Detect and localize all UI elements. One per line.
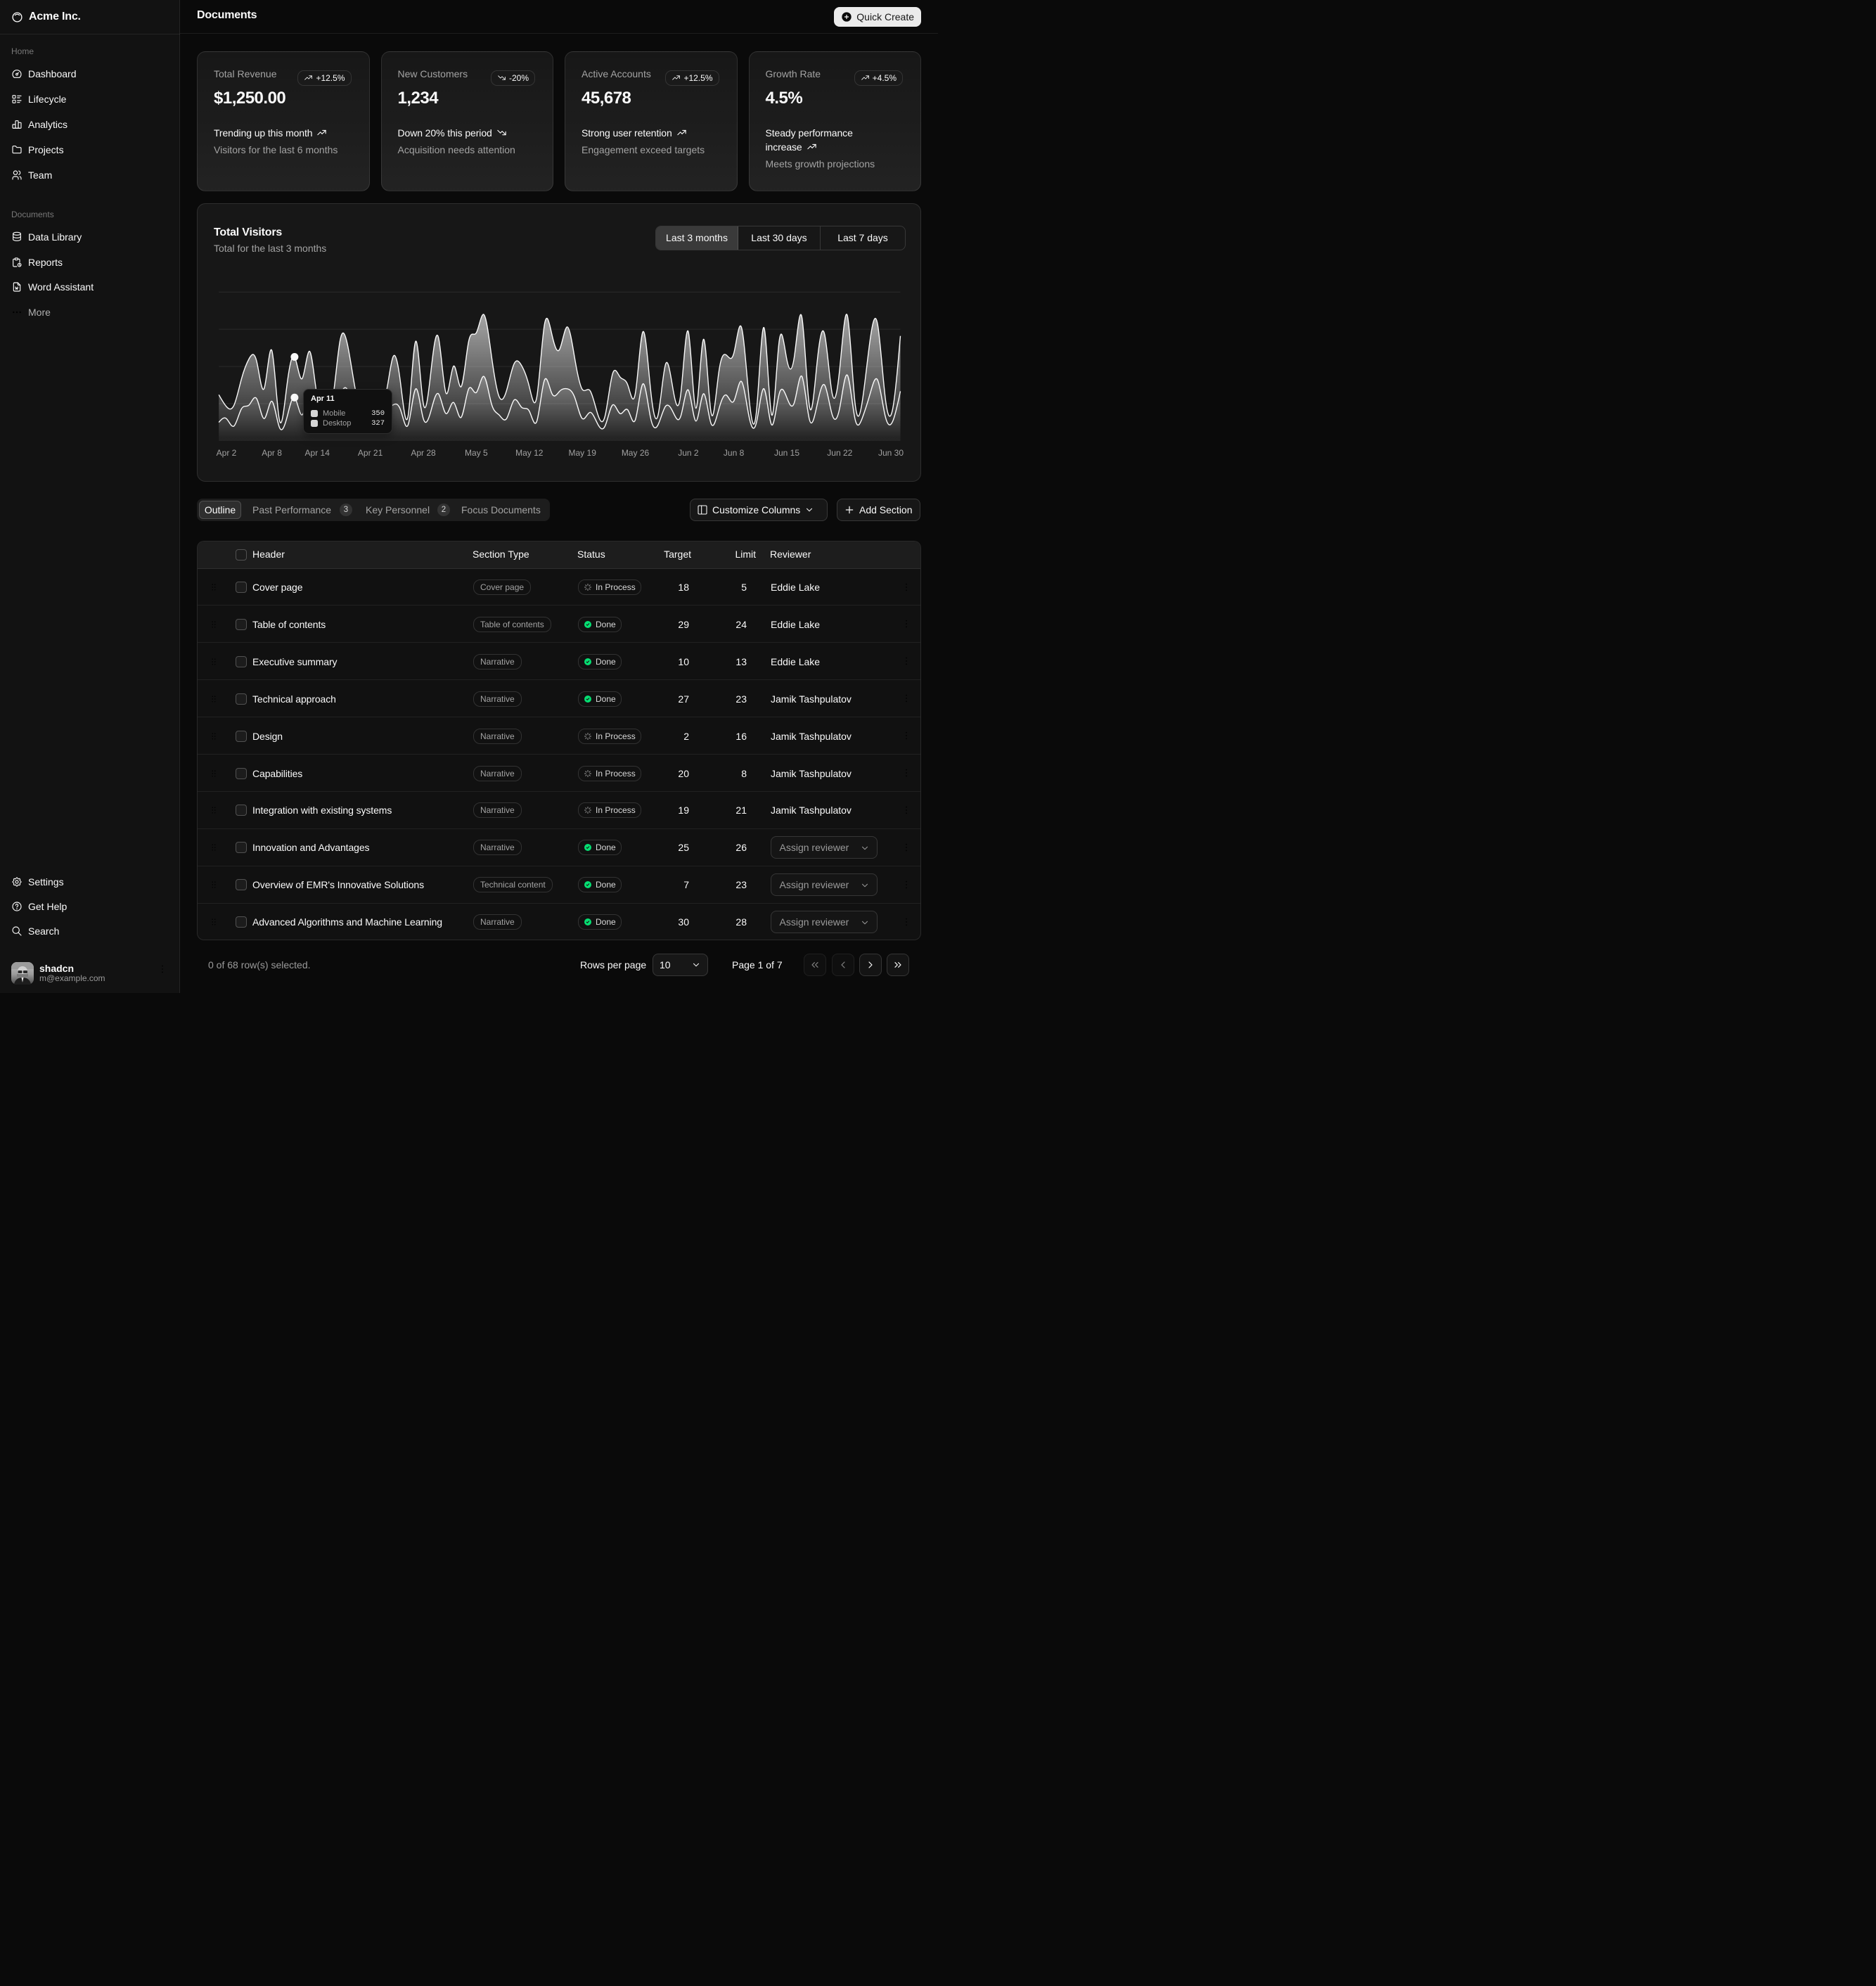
svg-text:Apr 14: Apr 14 — [305, 448, 330, 458]
svg-text:Jun 22: Jun 22 — [827, 448, 852, 458]
svg-text:May 26: May 26 — [622, 448, 650, 458]
svg-text:May 5: May 5 — [465, 448, 488, 458]
svg-text:Apr 21: Apr 21 — [358, 448, 383, 458]
svg-text:Jun 30: Jun 30 — [878, 448, 904, 458]
svg-text:May 19: May 19 — [569, 448, 597, 458]
svg-text:Jun 2: Jun 2 — [678, 448, 699, 458]
svg-text:May 12: May 12 — [515, 448, 544, 458]
svg-text:Apr 8: Apr 8 — [262, 448, 282, 458]
svg-text:Jun 15: Jun 15 — [774, 448, 799, 458]
svg-text:Apr 28: Apr 28 — [411, 448, 436, 458]
svg-text:Apr 2: Apr 2 — [217, 448, 237, 458]
svg-text:Jun 8: Jun 8 — [724, 448, 745, 458]
